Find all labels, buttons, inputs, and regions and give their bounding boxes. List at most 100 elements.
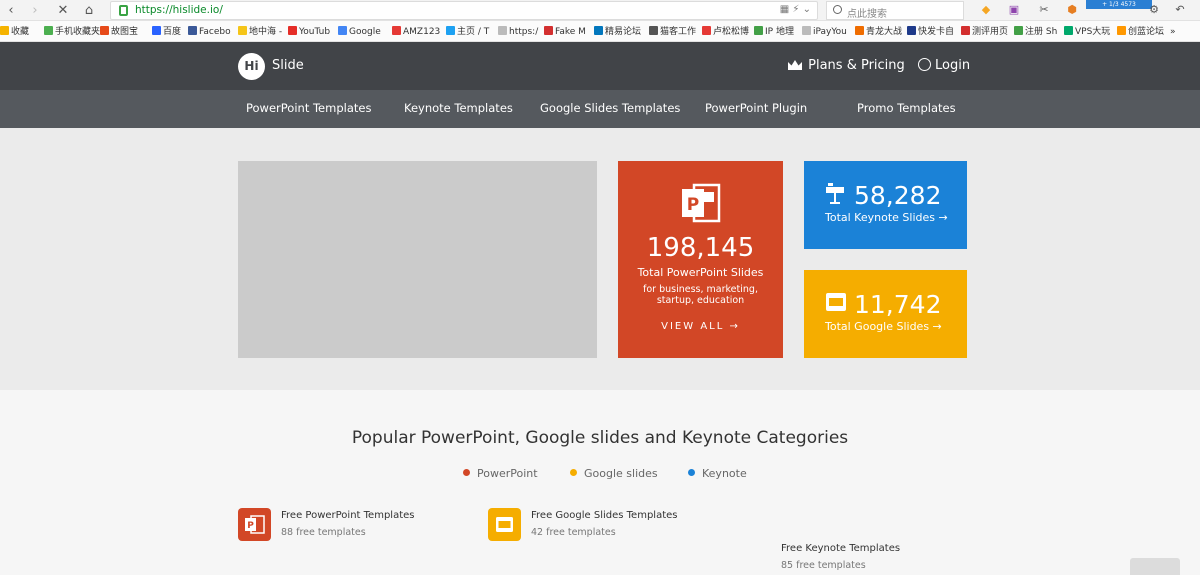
bookmark-favicon-icon — [594, 26, 603, 35]
bookmark-item[interactable]: AMZ123 — [392, 25, 440, 39]
bookmark-item[interactable]: https:/ — [498, 25, 538, 39]
bookmark-item[interactable]: 注册 Sh — [1014, 25, 1057, 39]
back-icon[interactable]: ‹ — [2, 2, 20, 19]
stop-loading-icon[interactable]: ✕ — [54, 2, 72, 19]
bookmark-item[interactable]: 精易论坛 — [594, 25, 641, 39]
bookmark-favicon-icon — [1117, 26, 1126, 35]
bookmark-item[interactable]: 手机收藏夹 — [44, 25, 100, 39]
bookmark-item[interactable]: 快发卡自 — [907, 25, 954, 39]
main-nav: PowerPoint Templates Keynote Templates G… — [0, 90, 1200, 128]
nav-powerpoint-templates[interactable]: PowerPoint Templates — [246, 101, 371, 115]
login-link[interactable]: Login — [918, 58, 970, 73]
bookmark-item[interactable]: 猫客工作 — [649, 25, 696, 39]
bookmark-favicon-icon — [288, 26, 297, 35]
bookmark-item[interactable]: » — [1170, 25, 1176, 39]
logo-text[interactable]: Slide — [272, 58, 304, 73]
url-text[interactable]: https://hislide.io/ — [135, 4, 223, 16]
keynote-label[interactable]: Total Keynote Slides → — [825, 211, 948, 224]
svg-text:P: P — [247, 521, 254, 531]
scroll-to-top-button[interactable] — [1130, 558, 1180, 575]
bookmark-label: 卢松松博 — [713, 27, 750, 37]
nav-powerpoint-plugin[interactable]: PowerPoint Plugin — [705, 101, 807, 115]
powerpoint-icon: P — [682, 183, 721, 223]
secure-lock-icon — [119, 5, 128, 16]
bookmark-label: IP 地理 — [765, 27, 794, 37]
bookmark-item[interactable]: 百度 — [152, 25, 181, 39]
bookmark-item[interactable]: iPayYou — [802, 25, 847, 39]
bookmark-favicon-icon — [544, 26, 553, 35]
grid-extension-icon[interactable]: ▣ — [1006, 3, 1022, 17]
forward-icon[interactable]: › — [26, 2, 44, 19]
free-google-slides-name[interactable]: Free Google Slides Templates — [531, 510, 677, 521]
bookmark-label: 快发卡自 — [918, 27, 955, 37]
bookmark-favicon-icon — [855, 26, 864, 35]
address-bar[interactable]: https://hislide.io/ ▦ ⚡ ⌄ — [110, 1, 818, 20]
home-icon[interactable]: ⌂ — [80, 2, 98, 19]
free-powerpoint-name[interactable]: Free PowerPoint Templates — [281, 510, 414, 521]
search-icon — [833, 5, 842, 14]
bookmark-item[interactable]: 青龙大战 — [855, 25, 902, 39]
keynote-stats-card[interactable]: 58,282 Total Keynote Slides → — [804, 161, 967, 249]
bookmark-label: 精易论坛 — [605, 27, 642, 37]
bookmark-item[interactable]: 卢松松博 — [702, 25, 749, 39]
google-slides-stats-card[interactable]: 11,742 Total Google Slides → — [804, 270, 967, 358]
bookmark-item[interactable]: 收藏 — [0, 25, 29, 39]
bookmark-label: 手机收藏夹 — [55, 27, 101, 37]
game-extension-icon[interactable]: ⬢ — [1064, 3, 1080, 17]
nav-keynote-templates[interactable]: Keynote Templates — [404, 101, 513, 115]
bookmark-item[interactable]: VPS大玩 — [1064, 25, 1110, 39]
bookmark-item[interactable]: 测评用页 — [961, 25, 1008, 39]
bookmark-item[interactable]: 地中海 - — [238, 25, 282, 39]
bookmark-favicon-icon — [152, 26, 161, 35]
bookmark-item[interactable]: YouTub — [288, 25, 330, 39]
legend-keynote-label: Keynote — [702, 467, 747, 480]
nav-google-slides-templates[interactable]: Google Slides Templates — [540, 101, 680, 115]
google-slides-count: 11,742 — [854, 290, 942, 319]
bookmark-favicon-icon — [1014, 26, 1023, 35]
logo-mark[interactable]: Hi — [238, 53, 265, 80]
undo-icon[interactable]: ↶ — [1172, 3, 1188, 17]
bookmark-item[interactable]: Google — [338, 25, 381, 39]
view-all-link[interactable]: VIEW ALL → — [618, 321, 783, 332]
bookmark-label: Google — [349, 27, 381, 37]
free-keynote-name[interactable]: Free Keynote Templates — [781, 543, 900, 554]
bookmark-item[interactable]: 创蓝论坛 — [1117, 25, 1164, 39]
bookmark-label: 青龙大战 — [866, 27, 903, 37]
bookmark-label: 主页 / T — [457, 27, 490, 37]
bookmark-item[interactable]: IP 地理 — [754, 25, 794, 39]
powerpoint-stats-card[interactable]: P 198,145 Total PowerPoint Slides for bu… — [618, 161, 783, 358]
google-slides-label[interactable]: Total Google Slides → — [825, 320, 942, 333]
free-powerpoint-icon[interactable]: P — [238, 508, 271, 541]
bookmark-label: 注册 Sh — [1025, 27, 1058, 37]
legend-powerpoint[interactable]: PowerPoint — [463, 467, 538, 480]
plans-pricing-link[interactable]: Plans & Pricing — [788, 58, 905, 73]
address-bar-actions-icon[interactable]: ▦ ⚡ ⌄ — [780, 4, 811, 15]
bookmark-label: 百度 — [163, 27, 182, 37]
hero-image-placeholder[interactable] — [238, 161, 597, 358]
settings-gear-icon[interactable]: ⚙ — [1146, 3, 1162, 17]
browser-search-input[interactable]: 点此搜索 — [826, 1, 964, 20]
plans-label: Plans & Pricing — [808, 58, 905, 73]
shield-extension-icon[interactable]: ◆ — [978, 3, 994, 17]
site-header: Hi Slide Plans & Pricing Login — [0, 42, 1200, 90]
free-google-slides-icon[interactable] — [488, 508, 521, 541]
bookmark-label: 猫客工作 — [660, 27, 697, 37]
free-google-slides-count: 42 free templates — [531, 527, 616, 538]
legend-google-slides[interactable]: Google slides — [570, 467, 658, 480]
keynote-count: 58,282 — [854, 181, 942, 210]
bookmark-item[interactable]: 故图宝 — [100, 25, 138, 39]
scissors-icon[interactable]: ✂ — [1036, 3, 1052, 17]
bookmark-item[interactable]: Fake M — [544, 25, 586, 39]
extension-badge[interactable]: + 1/3 4573 — [1086, 0, 1152, 9]
bookmark-item[interactable]: 主页 / T — [446, 25, 489, 39]
hero-section: P 198,145 Total PowerPoint Slides for bu… — [0, 128, 1200, 390]
search-placeholder: 点此搜索 — [847, 9, 887, 20]
bookmark-favicon-icon — [702, 26, 711, 35]
keynote-dot-icon — [688, 469, 695, 476]
bookmark-item[interactable]: Facebo — [188, 25, 231, 39]
nav-promo-templates[interactable]: Promo Templates — [857, 101, 956, 115]
bookmark-label: 故图宝 — [111, 27, 139, 37]
legend-keynote[interactable]: Keynote — [688, 467, 747, 480]
bookmarks-bar: 收藏 手机收藏夹 故图宝 百度 Facebo 地中海 - YouTub Google AMZ12… — [0, 21, 1200, 42]
bookmark-label: VPS大玩 — [1075, 27, 1111, 37]
